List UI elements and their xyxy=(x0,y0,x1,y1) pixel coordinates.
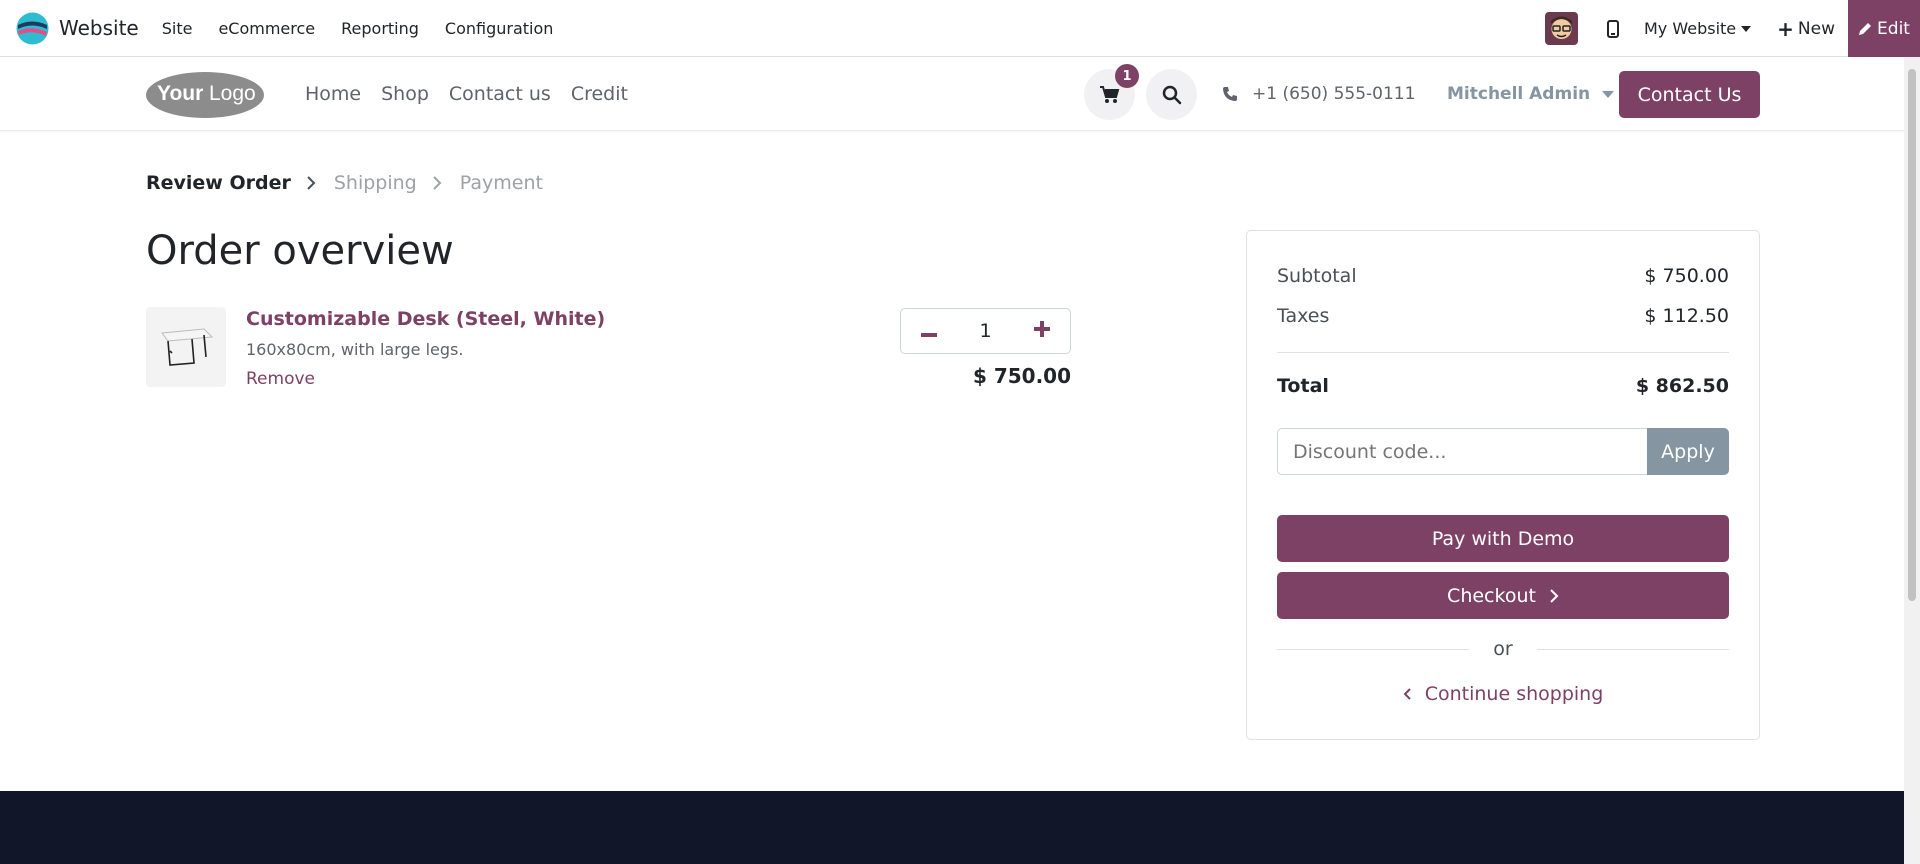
website-selector-label: My Website xyxy=(1644,19,1737,38)
summary-divider xyxy=(1277,352,1729,353)
chevron-right-icon xyxy=(433,176,442,190)
cart-icon xyxy=(1099,85,1119,103)
total-row: Total $ 862.50 xyxy=(1277,375,1729,397)
menu-ecommerce[interactable]: eCommerce xyxy=(205,0,328,57)
app-brand[interactable]: Website xyxy=(16,12,139,45)
or-line-left xyxy=(1277,648,1470,650)
cart-button[interactable]: 1 xyxy=(1084,64,1139,120)
plus-icon: + xyxy=(1777,16,1794,41)
taxes-value: $ 112.50 xyxy=(1644,305,1729,327)
chevron-right-icon xyxy=(307,176,316,190)
caret-down-icon xyxy=(1741,25,1752,32)
website-selector[interactable]: My Website xyxy=(1644,19,1752,38)
desk-icon xyxy=(161,328,214,366)
page-scrollbar[interactable] xyxy=(1904,57,1920,864)
apply-button[interactable]: Apply xyxy=(1647,428,1729,475)
pencil-icon xyxy=(1859,22,1872,35)
total-value: $ 862.50 xyxy=(1635,375,1729,397)
caret-down-icon xyxy=(1602,90,1615,98)
phone-icon xyxy=(1223,87,1237,101)
step-review-order: Review Order xyxy=(146,172,291,194)
menu-site[interactable]: Site xyxy=(149,0,206,57)
line-price: $ 750.00 xyxy=(972,364,1071,388)
user-avatar[interactable] xyxy=(1545,12,1578,45)
or-line-right xyxy=(1536,648,1729,650)
total-label: Total xyxy=(1277,375,1329,397)
edit-button[interactable]: Edit xyxy=(1848,0,1920,57)
app-name: Website xyxy=(59,16,139,40)
menu-reporting[interactable]: Reporting xyxy=(328,0,432,57)
cart-count-badge: 1 xyxy=(1115,64,1139,88)
step-payment[interactable]: Payment xyxy=(460,172,543,194)
order-summary: Subtotal $ 750.00 Taxes $ 112.50 Total $… xyxy=(1246,230,1760,740)
or-label: or xyxy=(1493,638,1513,660)
plus-icon[interactable] xyxy=(1034,321,1050,341)
pay-with-demo-button[interactable]: Pay with Demo xyxy=(1277,515,1729,562)
step-shipping[interactable]: Shipping xyxy=(334,172,417,194)
nav-home[interactable]: Home xyxy=(295,83,371,105)
product-description: 160x80cm, with large legs. xyxy=(246,340,464,359)
user-name: Mitchell Admin xyxy=(1447,84,1591,104)
phone-number: +1 (650) 555-0111 xyxy=(1252,84,1416,104)
app-menu: Site eCommerce Reporting Configuration xyxy=(149,0,567,57)
user-menu[interactable]: Mitchell Admin xyxy=(1447,57,1615,131)
subtotal-label: Subtotal xyxy=(1277,265,1357,287)
odoo-navbar: Website Site eCommerce Reporting Configu… xyxy=(0,0,1920,57)
subtotal-row: Subtotal $ 750.00 xyxy=(1277,265,1729,287)
taxes-row: Taxes $ 112.50 xyxy=(1277,305,1729,327)
site-logo[interactable]: Your Logo xyxy=(145,69,265,119)
logo-text-your: Your xyxy=(157,82,203,105)
discount-code-input[interactable] xyxy=(1277,428,1647,475)
checkout-button[interactable]: Checkout xyxy=(1277,572,1729,619)
nav-contact-us[interactable]: Contact us xyxy=(439,83,561,105)
taxes-label: Taxes xyxy=(1277,305,1330,327)
website-app-icon xyxy=(16,12,49,44)
site-nav: Home Shop Contact us Credit xyxy=(295,57,638,131)
quantity-stepper: 1 xyxy=(900,308,1071,354)
new-button[interactable]: + New xyxy=(1777,17,1835,41)
logo-text-logo: Logo xyxy=(209,82,256,105)
or-separator: or xyxy=(1277,637,1729,661)
page-title: Order overview xyxy=(146,228,454,274)
quantity-input[interactable]: 1 xyxy=(979,320,991,342)
edit-button-label: Edit xyxy=(1877,18,1910,39)
search-button[interactable] xyxy=(1146,69,1197,120)
contact-us-button[interactable]: Contact Us xyxy=(1619,71,1760,118)
discount-group: Apply xyxy=(1277,428,1729,475)
chevron-left-icon xyxy=(1403,688,1411,700)
navbar-right: My Website + New Edit xyxy=(1545,0,1920,57)
new-button-label: New xyxy=(1797,18,1835,39)
phone-contact[interactable]: +1 (650) 555-0111 xyxy=(1222,57,1415,131)
checkout-steps: Review Order Shipping Payment xyxy=(146,172,543,194)
continue-shopping-label: Continue shopping xyxy=(1424,683,1604,705)
search-icon xyxy=(1162,85,1181,104)
continue-shopping-link[interactable]: Continue shopping xyxy=(1277,683,1729,705)
chevron-right-icon xyxy=(1550,588,1559,603)
nav-shop[interactable]: Shop xyxy=(371,83,439,105)
avatar-icon xyxy=(1545,12,1578,45)
subtotal-value: $ 750.00 xyxy=(1644,265,1729,287)
remove-link[interactable]: Remove xyxy=(246,369,315,389)
minus-icon[interactable] xyxy=(921,322,937,341)
product-name[interactable]: Customizable Desk (Steel, White) xyxy=(246,308,605,330)
mobile-preview-icon[interactable] xyxy=(1604,18,1622,40)
site-footer xyxy=(0,791,1904,864)
checkout-button-label: Checkout xyxy=(1447,584,1536,607)
scrollbar-thumb[interactable] xyxy=(1908,69,1916,601)
product-image[interactable] xyxy=(146,307,226,387)
nav-credit[interactable]: Credit xyxy=(561,83,638,105)
website-header: Your Logo Home Shop Contact us Credit 1 … xyxy=(0,57,1904,131)
menu-configuration[interactable]: Configuration xyxy=(432,0,567,57)
